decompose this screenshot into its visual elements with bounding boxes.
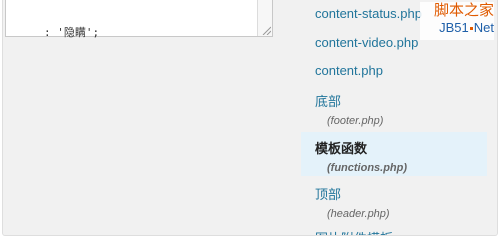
code-editor-textarea[interactable]: : '隐瞒'; [5, 0, 273, 39]
site-watermark: 脚本之家 JB51 Net [420, 2, 494, 40]
file-link[interactable]: 图片附件模板 [315, 228, 487, 235]
file-link[interactable]: content.php [315, 63, 487, 78]
watermark-net: Net [473, 20, 494, 35]
watermark-text-top: 脚本之家 [433, 2, 494, 19]
file-filename: (header.php) [327, 208, 390, 220]
code-line: : '隐瞒'; [44, 26, 100, 39]
file-item-header[interactable]: 顶部 (header.php) [301, 184, 487, 220]
watermark-text-bottom: JB51 Net [420, 20, 494, 36]
watermark-dot-icon [469, 27, 473, 31]
resize-grip-icon[interactable] [261, 25, 271, 35]
file-link[interactable]: 底部 [315, 91, 487, 110]
file-filename: (footer.php) [327, 115, 384, 127]
file-link[interactable]: 顶部 [315, 184, 487, 203]
file-filename: (functions.php) [327, 162, 408, 174]
file-item-image-attachment[interactable]: 图片附件模板 [301, 228, 487, 235]
file-link-active[interactable]: 模板函数 [315, 138, 487, 157]
file-item-content[interactable]: content.php [301, 63, 487, 78]
file-item-footer[interactable]: 底部 (footer.php) [301, 91, 487, 127]
file-item-functions[interactable]: 模板函数 (functions.php) [301, 132, 487, 176]
watermark-jb51: JB51 [439, 20, 469, 35]
